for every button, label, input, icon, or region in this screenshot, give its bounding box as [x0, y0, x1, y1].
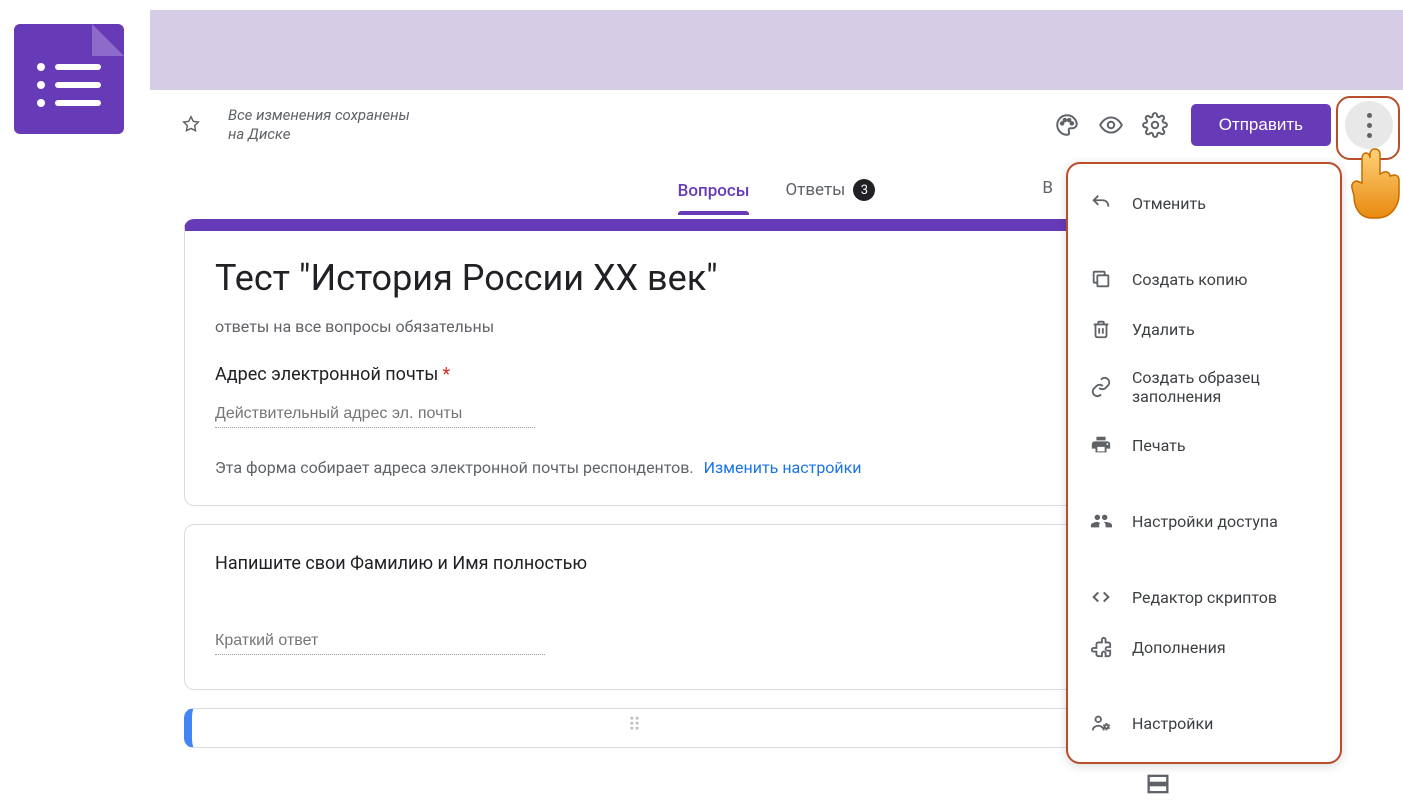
email-label: Адрес электронной почты* [215, 364, 1049, 385]
preview-icon[interactable] [1089, 103, 1133, 147]
gear-icon[interactable] [1133, 103, 1177, 147]
menu-print[interactable]: Печать [1068, 420, 1340, 470]
menu-collaborators[interactable]: Настройки доступа [1068, 496, 1340, 546]
menu-copy[interactable]: Создать копию [1068, 254, 1340, 304]
header-banner [150, 10, 1403, 90]
pointer-hand-icon [1346, 144, 1403, 224]
layout-icon[interactable] [1144, 770, 1172, 802]
menu-preferences[interactable]: Настройки [1068, 698, 1340, 748]
menu-prefill[interactable]: Создать образец заполнения [1068, 354, 1340, 420]
tab-questions[interactable]: Вопросы [678, 181, 750, 215]
send-button[interactable]: Отправить [1191, 104, 1331, 146]
menu-undo[interactable]: Отменить [1068, 178, 1340, 228]
drag-handle-icon[interactable]: ⠿ [628, 715, 643, 747]
form-area: Тест "История России XX век" ответы на в… [184, 219, 1080, 766]
question-card-1[interactable]: Напишите свои Фамилию и Имя полностью [184, 524, 1080, 690]
email-field[interactable] [215, 401, 535, 428]
save-status: Все изменения сохранены на Диске [228, 106, 410, 145]
more-menu-button[interactable] [1345, 101, 1393, 149]
menu-addons[interactable]: Дополнения [1068, 622, 1340, 672]
menu-delete[interactable]: Удалить [1068, 304, 1340, 354]
form-header-card[interactable]: Тест "История России XX век" ответы на в… [184, 219, 1080, 506]
palette-icon[interactable] [1045, 103, 1089, 147]
question-card-active[interactable]: ⠿ [184, 708, 1080, 748]
menu-script-editor[interactable]: Редактор скриптов [1068, 572, 1340, 622]
answers-count-badge: 3 [853, 179, 875, 201]
question-title[interactable]: Напишите свои Фамилию и Имя полностью [215, 553, 1049, 574]
tab-answers[interactable]: Ответы 3 [785, 179, 875, 215]
form-title[interactable]: Тест "История России XX век" [215, 257, 1049, 299]
cut-text: В [1042, 178, 1053, 198]
change-settings-link[interactable]: Изменить настройки [704, 458, 862, 477]
more-menu-dropdown: Отменить Создать копию Удалить Создать о… [1066, 162, 1342, 764]
form-description[interactable]: ответы на все вопросы обязательны [215, 317, 1049, 336]
short-answer-field [215, 628, 545, 655]
toolbar: Все изменения сохранены на Диске Отправи… [150, 90, 1403, 160]
email-note: Эта форма собирает адреса электронной по… [215, 458, 1049, 477]
forms-app-logo [14, 24, 124, 134]
star-icon[interactable] [180, 114, 202, 136]
